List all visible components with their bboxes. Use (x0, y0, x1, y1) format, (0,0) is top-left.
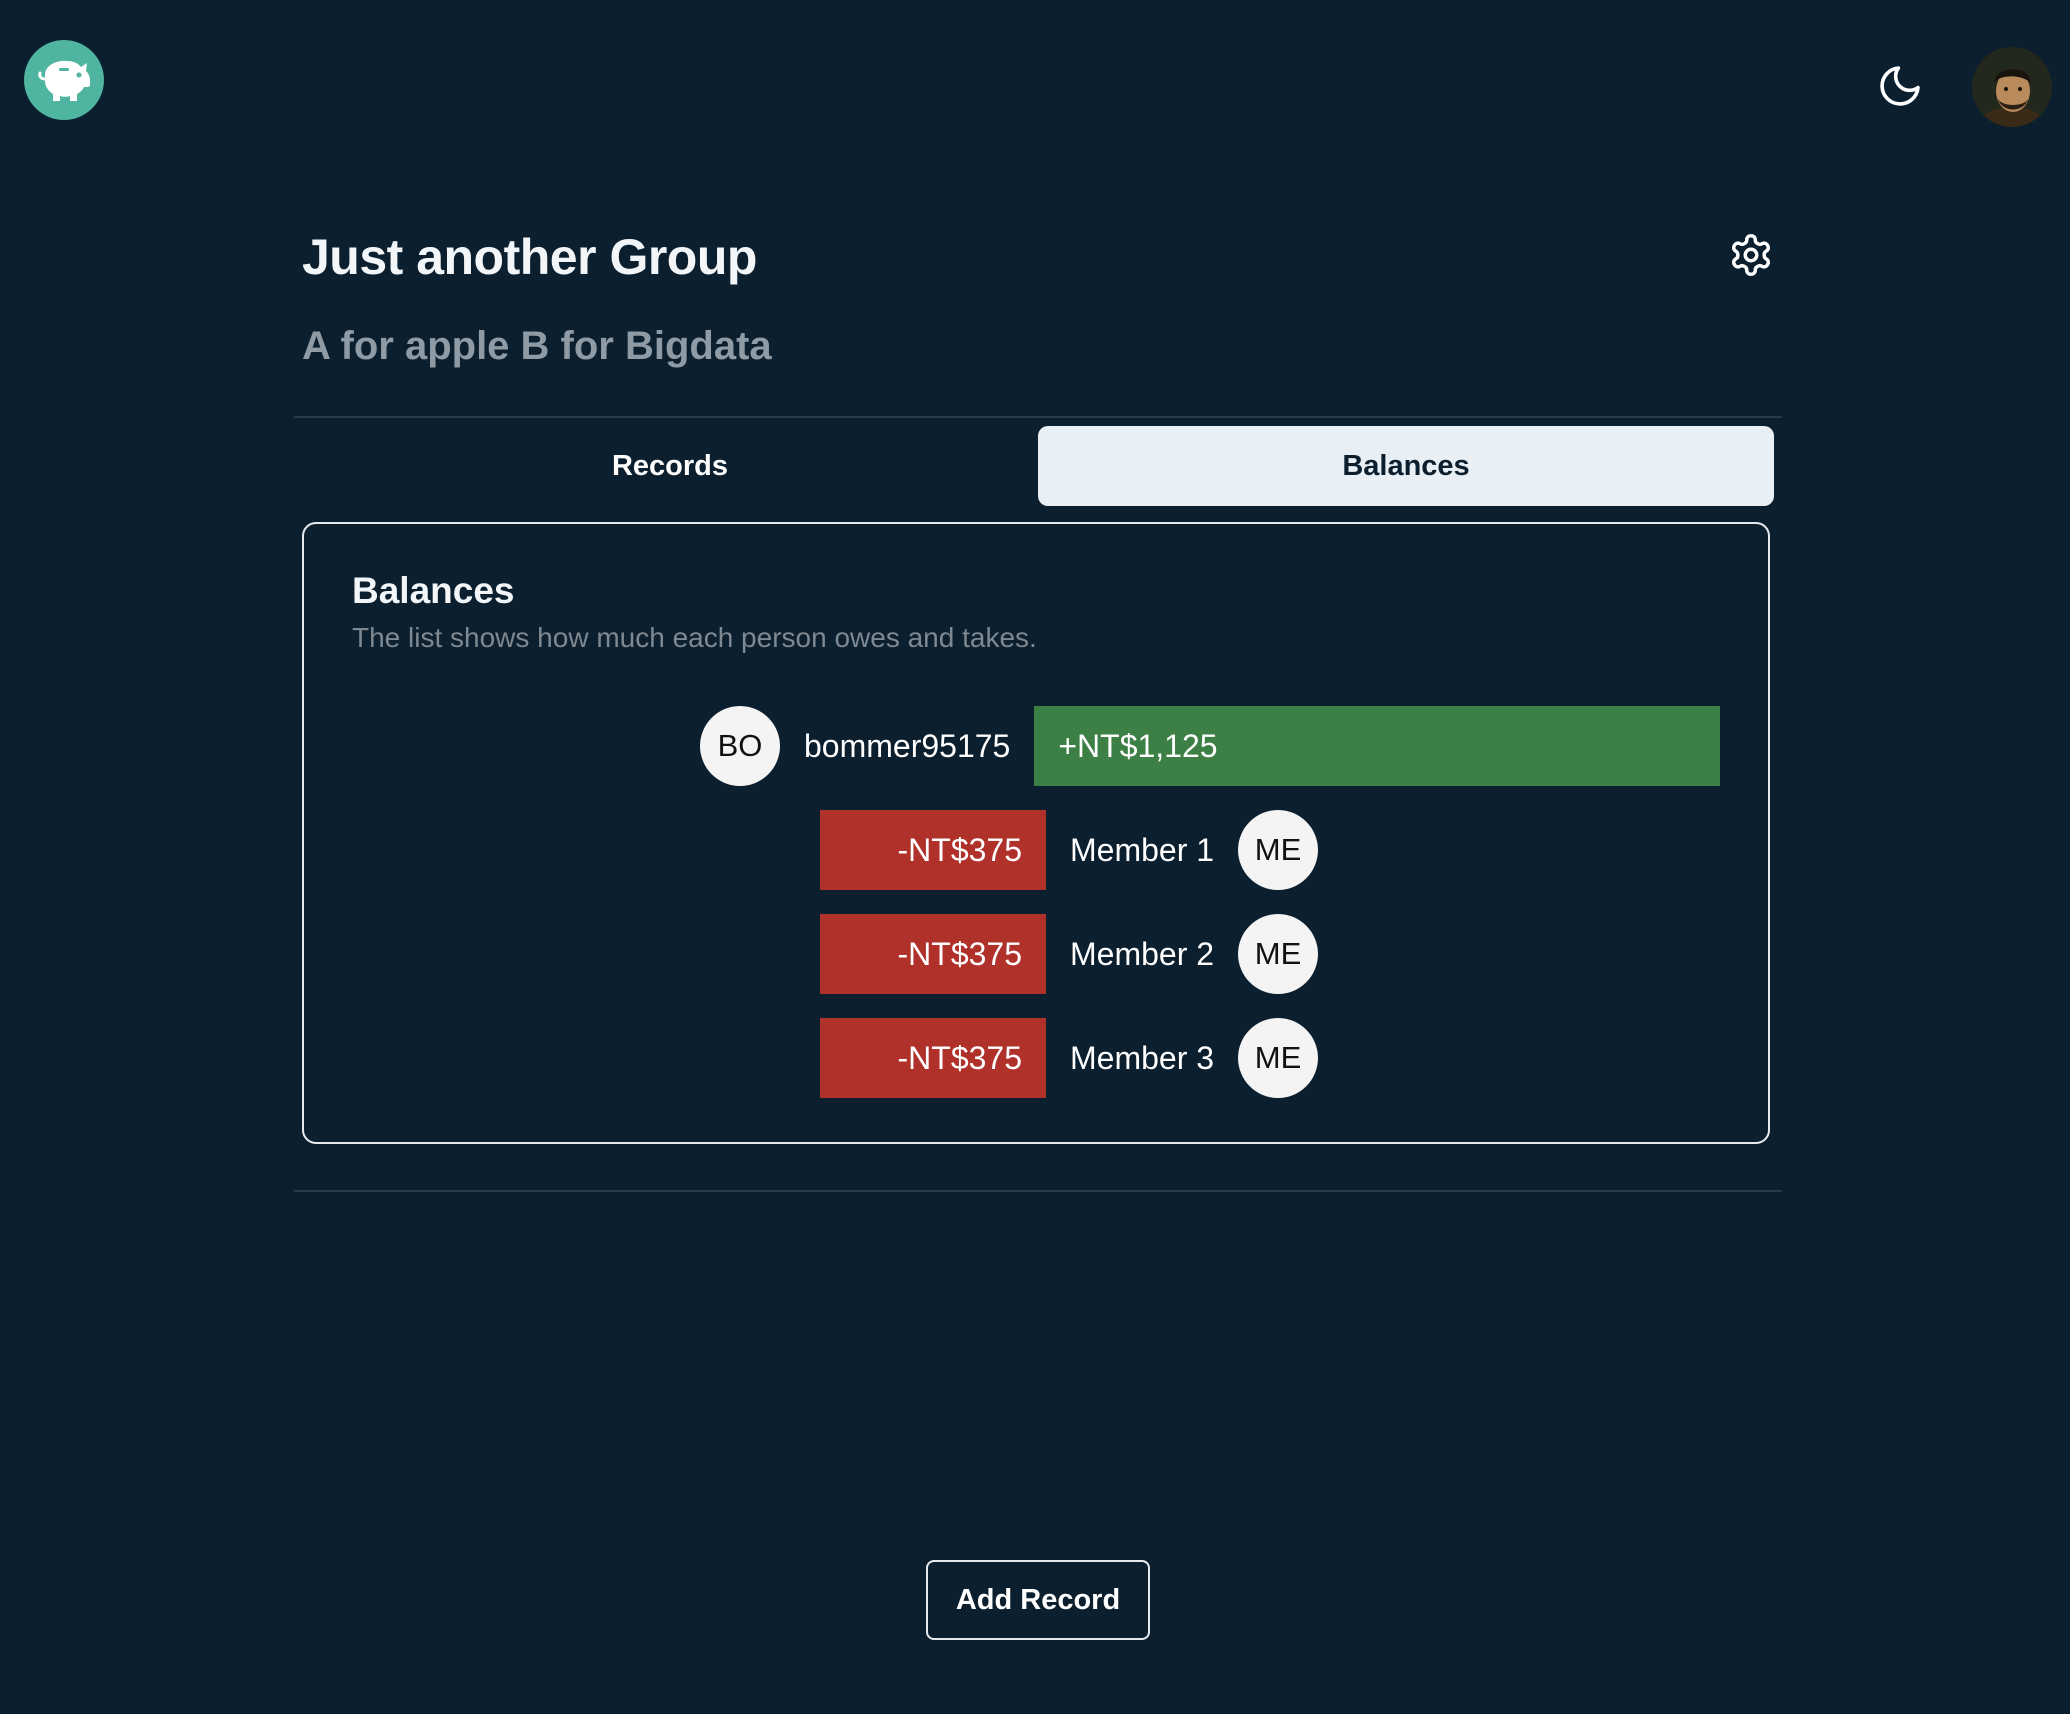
balance-row: -NT$375 Member 2 ME (820, 914, 1319, 994)
member-name: Member 1 (1070, 831, 1215, 868)
balance-bar-negative: -NT$375 (820, 914, 1046, 994)
app-logo[interactable] (24, 40, 104, 120)
balance-bar-negative: -NT$375 (820, 1018, 1046, 1098)
theme-toggle-button[interactable] (1876, 62, 1924, 110)
member-name: bommer95175 (804, 727, 1011, 764)
balance-bar-negative: -NT$375 (820, 810, 1046, 890)
balances-card: Balances The list shows how much each pe… (302, 522, 1770, 1144)
moon-icon (1880, 66, 1920, 106)
avatar: ME (1238, 810, 1319, 890)
balance-row: -NT$375 Member 1 ME (820, 810, 1319, 890)
member-name: Member 2 (1070, 935, 1215, 972)
avatar: BO (700, 706, 780, 786)
content-divider (294, 1190, 1782, 1192)
view-tabs: Records Balances (302, 426, 1774, 506)
add-record-button[interactable]: Add Record (926, 1560, 1150, 1640)
user-avatar[interactable] (1972, 47, 2052, 127)
group-description: A for apple B for Bigdata (302, 324, 772, 368)
header-divider (294, 416, 1782, 418)
balances-card-title: Balances (352, 570, 515, 611)
tab-balances[interactable]: Balances (1038, 426, 1774, 506)
balance-row: -NT$375 Member 3 ME (820, 1018, 1319, 1098)
member-name: Member 3 (1070, 1039, 1215, 1076)
tab-records[interactable]: Records (302, 426, 1038, 506)
piggy-bank-icon (38, 60, 90, 101)
avatar: ME (1238, 914, 1319, 994)
group-title: Just another Group (302, 229, 757, 285)
avatar: ME (1238, 1018, 1319, 1098)
balance-row: BO bommer95175 +NT$1,125 (700, 706, 1721, 786)
balance-bar-positive: +NT$1,125 (1034, 706, 1721, 786)
group-settings-button[interactable] (1726, 230, 1776, 280)
balances-card-subtitle: The list shows how much each person owes… (352, 622, 1037, 653)
gear-icon (1732, 234, 1770, 276)
